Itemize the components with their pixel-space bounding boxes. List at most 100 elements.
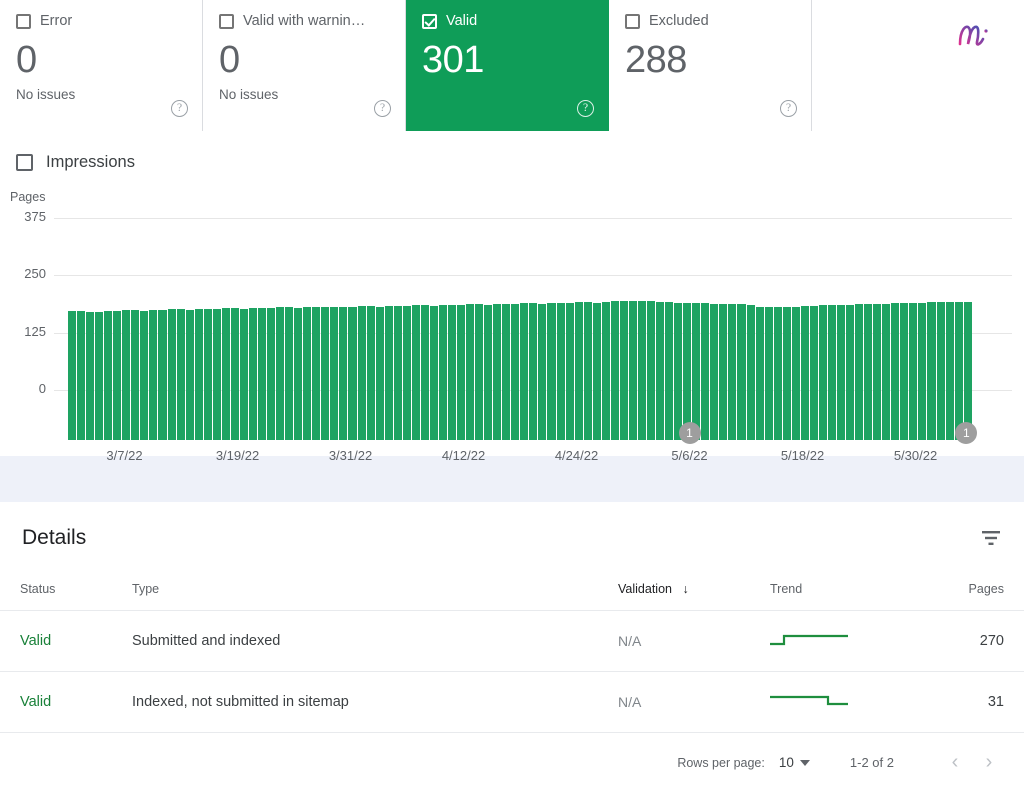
chart-bar[interactable] bbox=[312, 307, 321, 440]
chart-bar[interactable] bbox=[212, 309, 221, 440]
chart-bar[interactable] bbox=[393, 305, 402, 440]
chart-bar[interactable] bbox=[882, 303, 891, 440]
chart-bar[interactable] bbox=[764, 307, 773, 440]
chart-bar[interactable] bbox=[475, 304, 484, 440]
chart-bar[interactable] bbox=[239, 308, 248, 440]
chart-bar[interactable] bbox=[366, 306, 375, 440]
chart-bar[interactable] bbox=[809, 305, 818, 440]
chart-bar[interactable] bbox=[818, 305, 827, 440]
chart-bar[interactable] bbox=[610, 301, 619, 440]
chart-bar[interactable] bbox=[782, 307, 791, 440]
chart-bar[interactable] bbox=[520, 303, 529, 440]
chart-bar[interactable] bbox=[827, 305, 836, 440]
help-icon[interactable]: ? bbox=[577, 100, 594, 117]
chart-bar[interactable] bbox=[909, 302, 918, 440]
chart-bar[interactable] bbox=[836, 304, 846, 440]
help-icon[interactable]: ? bbox=[374, 100, 391, 117]
chart-bar[interactable] bbox=[140, 310, 149, 440]
table-row[interactable]: Valid Submitted and indexed N/A 270 bbox=[0, 610, 1024, 672]
chart-bar[interactable] bbox=[321, 307, 330, 440]
chart-bar[interactable] bbox=[447, 304, 457, 440]
status-card-error[interactable]: Error 0 No issues ? bbox=[0, 0, 203, 131]
chart-bar[interactable] bbox=[113, 311, 122, 440]
excluded-checkbox[interactable] bbox=[625, 13, 640, 29]
chart-bar[interactable] bbox=[502, 303, 511, 440]
chart-bar[interactable] bbox=[203, 308, 212, 440]
chart-bar[interactable] bbox=[936, 302, 945, 440]
chart-bar[interactable] bbox=[773, 307, 782, 440]
chart-bar[interactable] bbox=[592, 302, 601, 440]
chart-bar[interactable] bbox=[248, 307, 257, 440]
chart-bar[interactable] bbox=[637, 301, 646, 440]
chart-bar[interactable] bbox=[484, 304, 493, 440]
chart-bar[interactable] bbox=[221, 308, 230, 440]
chart-bar[interactable] bbox=[927, 302, 936, 440]
chart-bar[interactable] bbox=[601, 301, 610, 440]
error-checkbox[interactable] bbox=[16, 13, 31, 29]
chart-bar[interactable] bbox=[122, 310, 131, 440]
chart-bar[interactable] bbox=[95, 311, 104, 440]
chart-bar[interactable] bbox=[339, 306, 348, 440]
column-header-trend[interactable]: Trend bbox=[770, 572, 890, 611]
chart-bar[interactable] bbox=[167, 309, 176, 440]
chart-bar[interactable] bbox=[556, 302, 565, 440]
chart-bar[interactable] bbox=[565, 303, 574, 440]
help-icon[interactable]: ? bbox=[780, 100, 797, 117]
rows-per-page-value[interactable]: 10 bbox=[779, 755, 794, 770]
chart-bar[interactable] bbox=[257, 307, 267, 440]
chart-bar[interactable] bbox=[158, 309, 167, 440]
chart-bar[interactable] bbox=[68, 310, 77, 440]
chart-bar[interactable] bbox=[149, 309, 158, 440]
chart-bar[interactable] bbox=[466, 304, 475, 440]
chart-bar[interactable] bbox=[294, 307, 303, 440]
chart-bar[interactable] bbox=[529, 303, 538, 440]
chart-bar[interactable] bbox=[285, 307, 294, 440]
chart-bar[interactable] bbox=[737, 304, 746, 440]
column-header-status[interactable]: Status bbox=[0, 572, 132, 611]
impressions-toggle[interactable]: Impressions bbox=[0, 131, 1024, 172]
chart-bar[interactable] bbox=[701, 303, 710, 440]
chart-bar[interactable] bbox=[230, 308, 239, 440]
chart-bar[interactable] bbox=[402, 306, 411, 440]
chart-bar[interactable] bbox=[945, 301, 954, 440]
chart-bar[interactable] bbox=[131, 310, 140, 440]
chart-bar[interactable] bbox=[719, 303, 728, 440]
chevron-left-icon[interactable]: ‹ bbox=[938, 751, 972, 774]
column-header-type[interactable]: Type bbox=[132, 572, 618, 611]
chart-bar[interactable] bbox=[791, 306, 800, 440]
chart-bar[interactable] bbox=[619, 301, 628, 440]
chart-bar[interactable] bbox=[864, 304, 873, 440]
chart-bar[interactable] bbox=[728, 304, 737, 440]
filter-icon[interactable] bbox=[980, 529, 1002, 547]
chart-bar[interactable] bbox=[755, 307, 764, 440]
impressions-checkbox[interactable] bbox=[16, 154, 33, 171]
chart-bar[interactable] bbox=[900, 303, 909, 440]
valid-with-warnings-checkbox[interactable] bbox=[219, 13, 234, 29]
table-row[interactable]: Valid Indexed, not submitted in sitemap N/… bbox=[0, 671, 1024, 733]
chart-bar[interactable] bbox=[873, 303, 882, 440]
chart-bar[interactable] bbox=[583, 302, 592, 440]
chevron-right-icon[interactable]: › bbox=[972, 751, 1006, 774]
chart-bar[interactable] bbox=[348, 307, 357, 440]
chart-bar[interactable] bbox=[710, 303, 719, 440]
chart-bar[interactable] bbox=[176, 309, 185, 440]
chart-bar[interactable] bbox=[574, 302, 583, 440]
chart-bar[interactable] bbox=[963, 302, 972, 440]
chart-bar[interactable] bbox=[384, 305, 393, 440]
chart-bar[interactable] bbox=[511, 304, 520, 440]
chart-bar[interactable] bbox=[656, 301, 665, 440]
chart-bar[interactable] bbox=[276, 307, 285, 440]
column-header-pages[interactable]: Pages bbox=[890, 572, 1024, 611]
chart-bar[interactable] bbox=[194, 308, 203, 440]
chart-bar[interactable] bbox=[665, 302, 674, 440]
status-card-valid[interactable]: Valid 301 ? bbox=[406, 0, 609, 131]
chart-bar[interactable] bbox=[330, 306, 339, 440]
chart-annotation-marker[interactable]: 1 bbox=[678, 422, 701, 444]
chart-bar[interactable] bbox=[86, 311, 95, 440]
chart-bar[interactable] bbox=[493, 303, 502, 440]
help-icon[interactable]: ? bbox=[171, 100, 188, 117]
chart-bar[interactable] bbox=[420, 305, 429, 440]
chart-bar[interactable] bbox=[457, 305, 466, 440]
chart-bar[interactable] bbox=[538, 303, 547, 440]
chart-bar[interactable] bbox=[357, 306, 366, 440]
